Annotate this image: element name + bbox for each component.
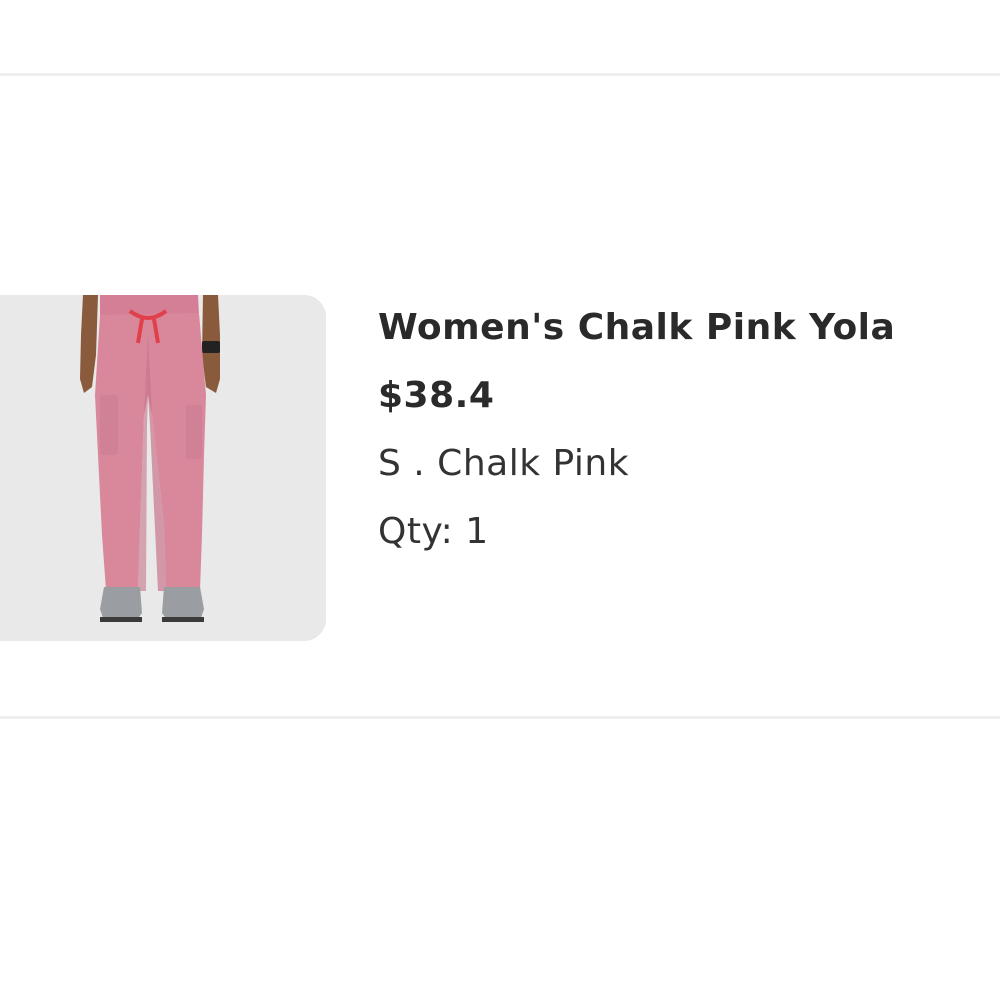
pink-pants-image [0, 295, 326, 641]
product-title[interactable]: Women's Chalk Pink Yola [378, 304, 998, 352]
product-image[interactable] [0, 295, 326, 641]
product-quantity: Qty: 1 [378, 511, 489, 552]
product-price: $38.4 [378, 375, 495, 416]
cart-item[interactable]: Women's Chalk Pink Yola $38.4 S . Chalk … [0, 76, 1000, 716]
product-variant: S . Chalk Pink [378, 443, 630, 484]
product-details: Women's Chalk Pink Yola $38.4 S . Chalk … [378, 304, 998, 554]
bottom-divider [0, 716, 1000, 719]
